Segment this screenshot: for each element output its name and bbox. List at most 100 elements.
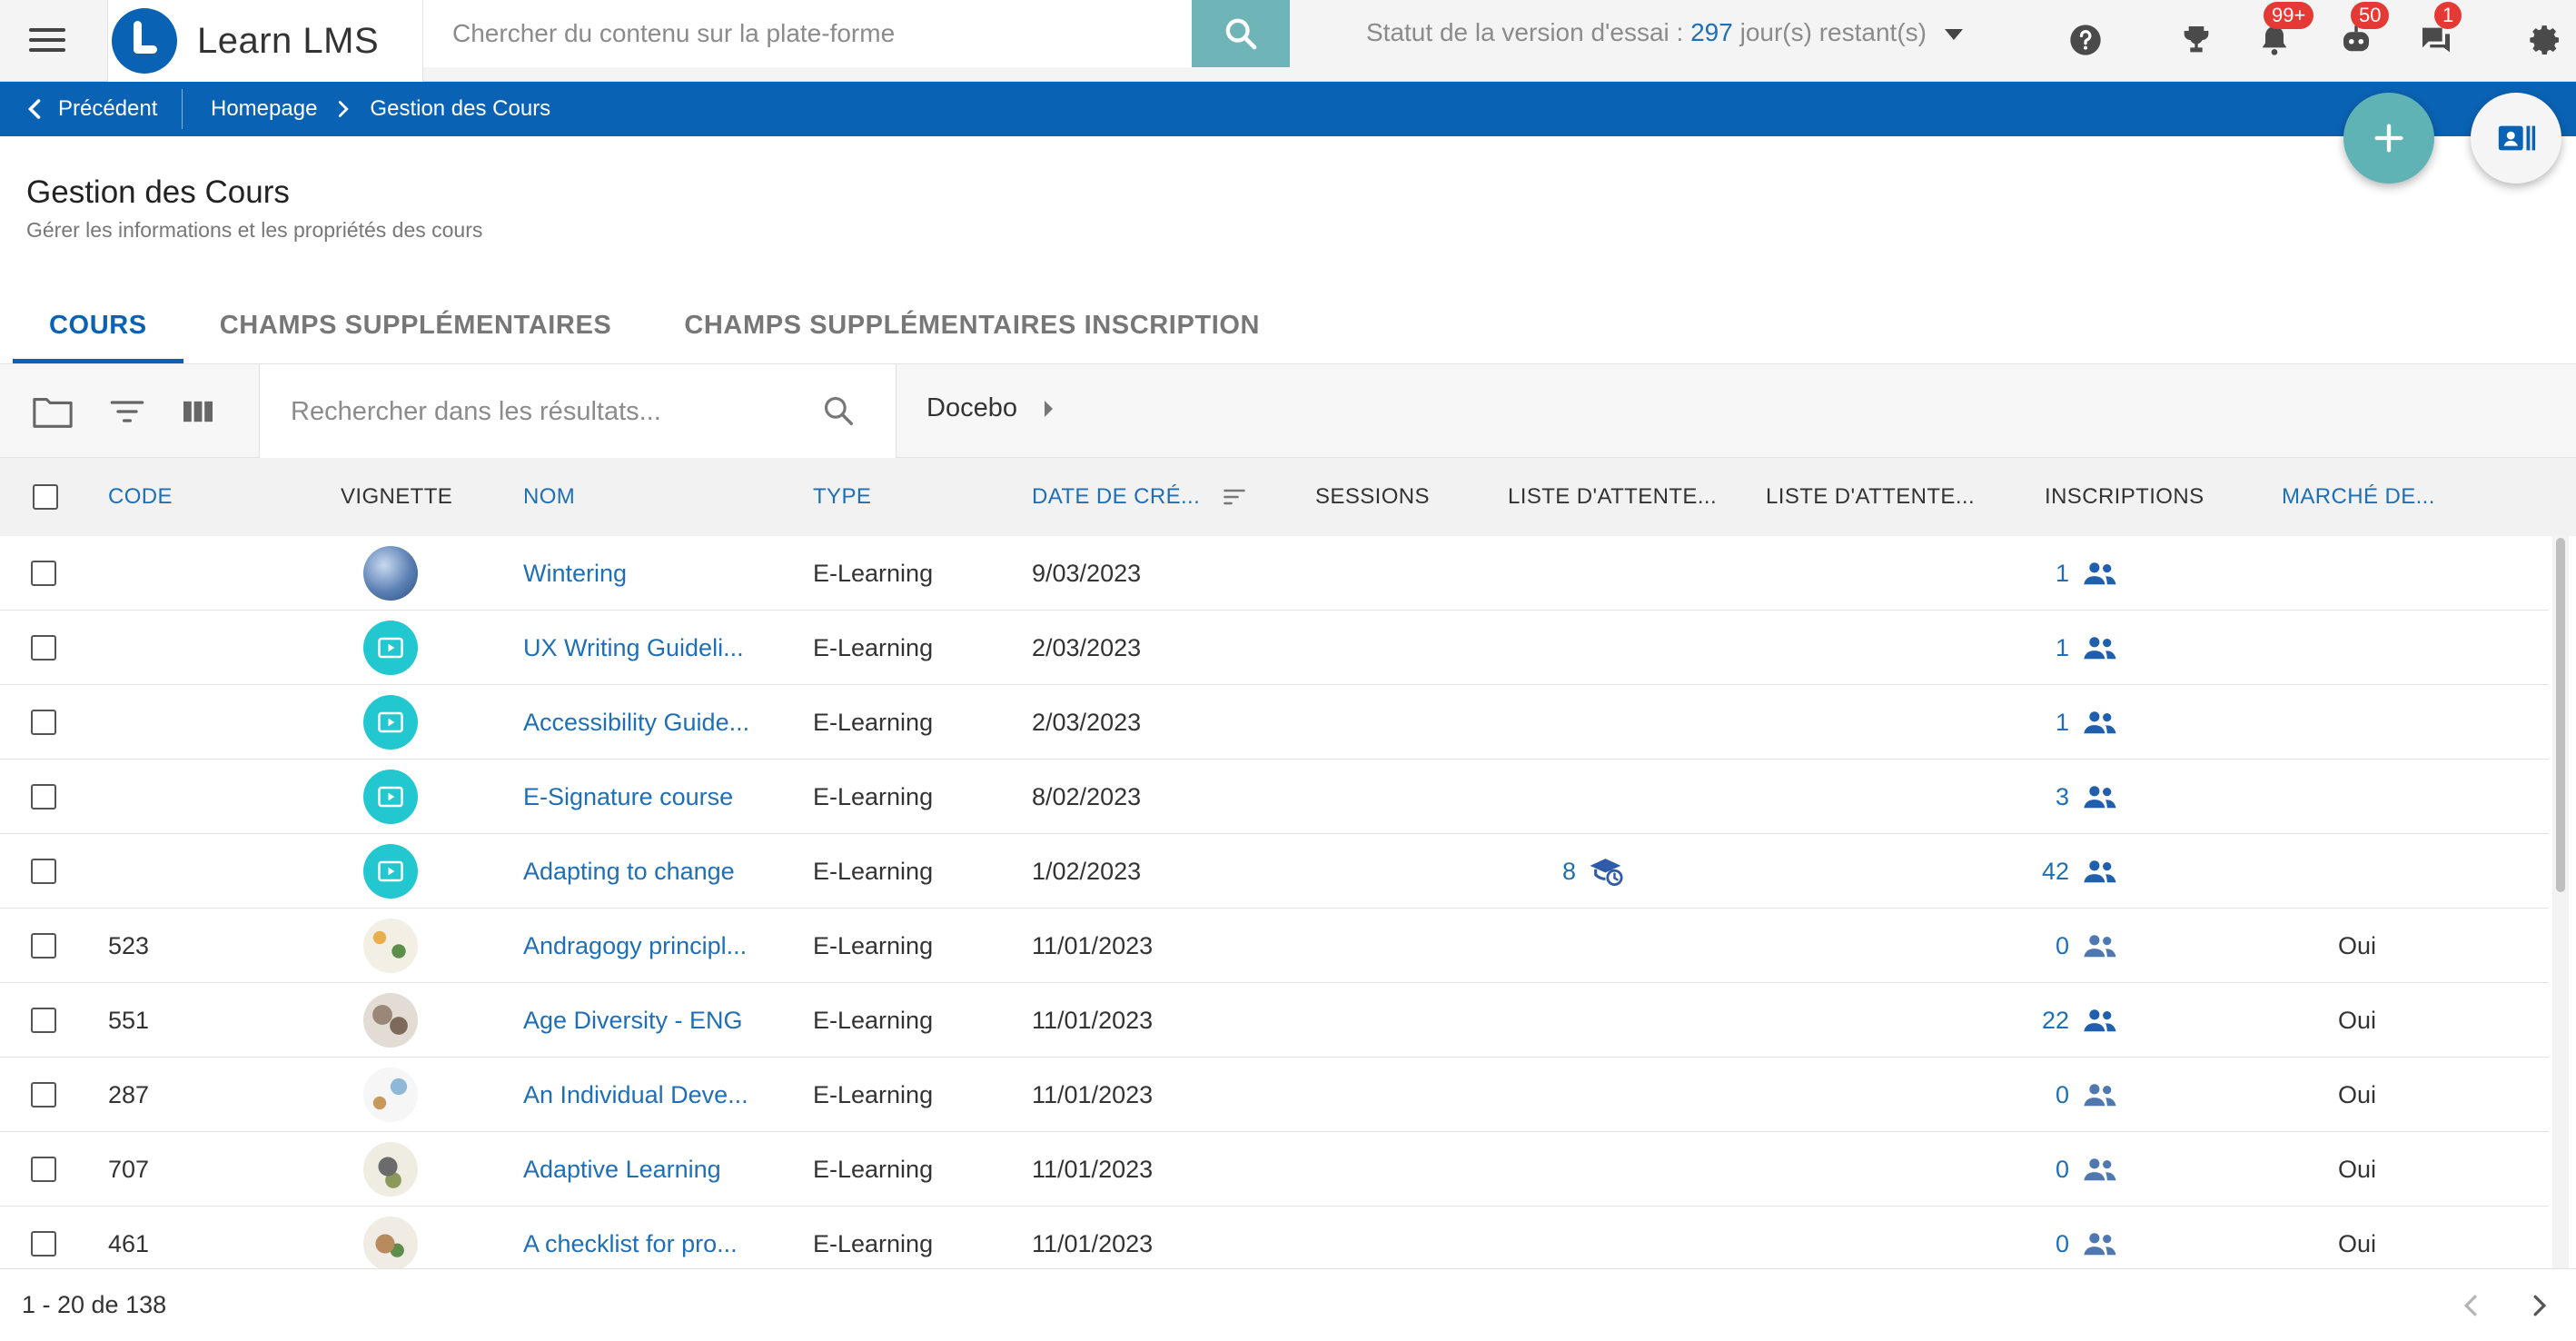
video-play-icon — [378, 711, 403, 733]
table-row[interactable]: Accessibility Guide... E-Learning 2/03/202… — [0, 685, 2549, 760]
tab-champs-supplementaires-inscription[interactable]: CHAMPS SUPPLÉMENTAIRES INSCRIPTION — [648, 287, 1296, 363]
enrollments-link[interactable]: 0 — [2026, 909, 2118, 983]
course-thumbnail — [363, 770, 418, 824]
row-checkbox[interactable] — [31, 1082, 56, 1108]
enrollments-link[interactable]: 1 — [2026, 536, 2118, 611]
course-code: 461 — [108, 1229, 150, 1257]
enrollments-link[interactable]: 42 — [2026, 834, 2118, 909]
course-date: 8/02/2023 — [1032, 782, 1142, 810]
global-search-input[interactable] — [423, 0, 1192, 67]
course-type: E-Learning — [813, 931, 934, 959]
row-checkbox[interactable] — [31, 1231, 56, 1257]
course-name-link[interactable]: Adaptive Learning — [523, 1132, 721, 1207]
course-name-link[interactable]: Wintering — [523, 536, 627, 611]
header-marche[interactable]: MARCHÉ DE... — [2282, 458, 2435, 536]
enrollments-link[interactable]: 3 — [2026, 760, 2118, 834]
search-button[interactable] — [1192, 0, 1290, 67]
enrollments-link[interactable]: 0 — [2026, 1207, 2118, 1268]
branch-selector[interactable]: Docebo — [926, 393, 1053, 423]
breadcrumb-homepage[interactable]: Homepage — [211, 96, 317, 122]
course-name-link[interactable]: Accessibility Guide... — [523, 685, 749, 760]
people-icon — [2084, 935, 2116, 958]
table-row[interactable]: 551 Age Diversity - ENG E-Learning 11/01/20… — [0, 983, 2549, 1058]
row-select-cell — [31, 685, 56, 760]
course-date: 11/01/2023 — [1032, 931, 1154, 959]
folder-button[interactable] — [31, 392, 74, 432]
help-button[interactable] — [2062, 16, 2109, 64]
next-page-button[interactable] — [2522, 1287, 2558, 1324]
table-row[interactable]: UX Writing Guideli... E-Learning 2/03/2023… — [0, 611, 2549, 685]
course-thumbnail — [363, 546, 418, 601]
header-date-label: DATE DE CRÉ... — [1032, 484, 1201, 509]
filter-button[interactable] — [105, 392, 149, 432]
course-name-link[interactable]: UX Writing Guideli... — [523, 611, 744, 685]
table-row[interactable]: 287 An Individual Deve... E-Learning 11/01/… — [0, 1058, 2549, 1132]
menu-icon[interactable] — [29, 22, 65, 58]
people-icon — [2084, 1158, 2116, 1181]
page-subtitle: Gérer les informations et les propriétés… — [26, 218, 483, 242]
people-icon — [2084, 562, 2116, 585]
course-name-link[interactable]: A checklist for pro... — [523, 1207, 738, 1268]
trial-status[interactable]: Statut de la version d'essai : 297 jour(… — [1366, 18, 1963, 47]
course-date: 11/01/2023 — [1032, 1155, 1154, 1183]
previous-page-button[interactable] — [2452, 1287, 2489, 1324]
tab-cours[interactable]: COURS — [13, 287, 183, 363]
course-code: 523 — [108, 931, 150, 959]
enrollments-link[interactable]: 1 — [2026, 685, 2118, 760]
waitlist-link[interactable]: 8 — [1562, 834, 1625, 909]
scrollbar-thumb[interactable] — [2556, 538, 2565, 892]
enrollments-link[interactable]: 0 — [2026, 1132, 2118, 1207]
header-date[interactable]: DATE DE CRÉ... — [1032, 458, 1247, 536]
course-thumbnail-cell — [363, 834, 418, 909]
notifications-button[interactable]: 99+ — [2251, 2, 2314, 64]
row-checkbox[interactable] — [31, 784, 56, 810]
row-checkbox[interactable] — [31, 1157, 56, 1182]
settings-button[interactable] — [2522, 16, 2569, 64]
table-row[interactable]: Adapting to change E-Learning 1/02/2023 8 42 — [0, 834, 2549, 909]
table-row[interactable]: 523 Andragogy principl... E-Learning 11/01/… — [0, 909, 2549, 983]
course-name-link[interactable]: E-Signature course — [523, 760, 733, 834]
row-checkbox[interactable] — [31, 859, 56, 884]
caret-right-icon — [1044, 400, 1053, 417]
select-all-checkbox[interactable] — [33, 484, 58, 510]
row-checkbox[interactable] — [31, 933, 56, 959]
top-bar: Learn LMS Statut de la version d'essai :… — [0, 0, 2576, 82]
marketplace-value: Oui — [2338, 1229, 2377, 1257]
row-checkbox[interactable] — [31, 561, 56, 586]
people-icon — [2084, 637, 2116, 660]
row-checkbox[interactable] — [31, 1008, 56, 1033]
breadcrumb-current: Gestion des Cours — [370, 96, 551, 121]
header-type[interactable]: TYPE — [813, 458, 871, 536]
messages-button[interactable]: 1 — [2413, 2, 2462, 64]
course-name-link[interactable]: An Individual Deve... — [523, 1058, 748, 1132]
enrollments-link[interactable]: 1 — [2026, 611, 2118, 685]
back-button[interactable]: Précédent — [25, 82, 157, 136]
enrollments-link[interactable]: 22 — [2026, 983, 2118, 1058]
folder-icon — [33, 398, 73, 428]
header-code[interactable]: CODE — [108, 458, 173, 536]
columns-button[interactable] — [176, 392, 220, 432]
contact-card-button[interactable] — [2471, 93, 2561, 184]
trophy-button[interactable] — [2173, 16, 2220, 64]
header-nom[interactable]: NOM — [523, 458, 575, 536]
course-name-link[interactable]: Andragogy principl... — [523, 909, 747, 983]
course-name-link[interactable]: Adapting to change — [523, 834, 735, 909]
table-row[interactable]: 707 Adaptive Learning E-Learning 11/01/2023… — [0, 1132, 2549, 1207]
tab-bar: COURS CHAMPS SUPPLÉMENTAIRES CHAMPS SUPP… — [13, 287, 1296, 363]
table-row[interactable]: 461 A checklist for pro... E-Learning 11/01… — [0, 1207, 2549, 1268]
course-name-link[interactable]: Age Diversity - ENG — [523, 983, 743, 1058]
search-icon[interactable] — [821, 393, 856, 428]
course-thumbnail — [363, 993, 418, 1048]
add-course-button[interactable] — [2343, 93, 2434, 184]
row-checkbox[interactable] — [31, 635, 56, 661]
results-search-input[interactable] — [291, 392, 799, 432]
table-row[interactable]: E-Signature course E-Learning 8/02/2023 3 — [0, 760, 2549, 834]
tab-champs-supplementaires[interactable]: CHAMPS SUPPLÉMENTAIRES — [183, 287, 649, 363]
table-row[interactable]: Wintering E-Learning 9/03/2023 1 — [0, 536, 2549, 611]
enrollments-link[interactable]: 0 — [2026, 1058, 2118, 1132]
brand[interactable]: Learn LMS — [107, 0, 423, 82]
bot-button[interactable]: 50 — [2333, 2, 2390, 64]
row-checkbox[interactable] — [31, 710, 56, 735]
vertical-scrollbar[interactable] — [2552, 536, 2569, 1268]
people-icon — [2084, 860, 2116, 883]
